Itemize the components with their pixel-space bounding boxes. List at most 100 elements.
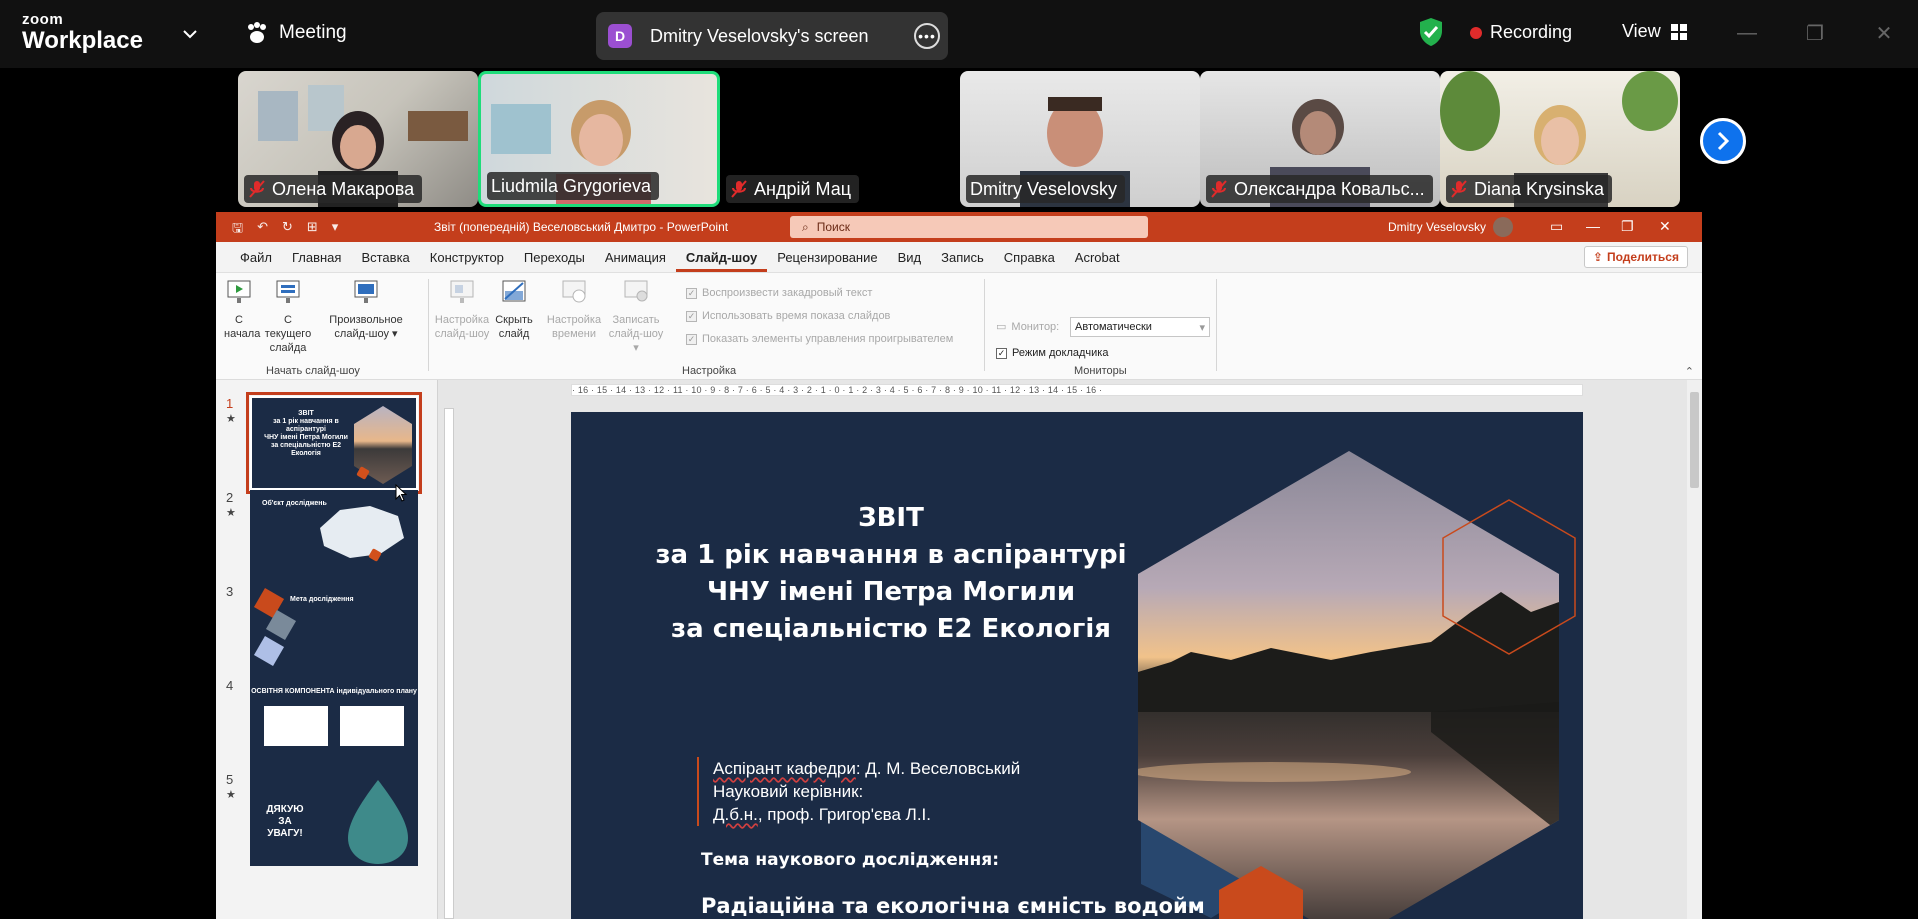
participant-name-text: Олена Макарова bbox=[272, 178, 415, 199]
record-slideshow-button[interactable]: Записать слайд-шоу ▾ bbox=[606, 279, 666, 355]
vertical-scrollbar[interactable] bbox=[1687, 380, 1702, 919]
restore-icon[interactable]: ❐ bbox=[1802, 20, 1828, 46]
tab-animations[interactable]: Анимация bbox=[595, 250, 676, 265]
screen-share-indicator[interactable]: D Dmitry Veselovsky's screen ••• bbox=[596, 12, 948, 60]
setup-slideshow-button[interactable]: Настройка слайд-шоу bbox=[434, 279, 490, 341]
tab-home[interactable]: Главная bbox=[282, 250, 351, 265]
video-tile[interactable]: Олександра Ковальс... bbox=[1200, 71, 1440, 207]
more-options-icon[interactable]: ••• bbox=[914, 23, 940, 49]
share-button[interactable]: ⇪ Поделиться bbox=[1583, 246, 1688, 268]
thumb-hex-accent bbox=[253, 635, 285, 667]
participant-name: Diana Krysinska bbox=[1446, 175, 1613, 203]
slide-canvas[interactable]: ЗВІТ за 1 рік навчання в аспірантурі ЧНУ… bbox=[571, 412, 1583, 919]
slide-thumbnail[interactable]: Мета дослідження bbox=[250, 584, 418, 678]
avatar[interactable] bbox=[1493, 217, 1513, 237]
ribbon-display-icon[interactable]: ▭ bbox=[1550, 218, 1563, 235]
rehearse-timings-icon bbox=[562, 280, 586, 303]
slide-title-line: ЗВІТ bbox=[858, 503, 924, 533]
record-slideshow-label-2: слайд-шоу ▾ bbox=[608, 328, 664, 354]
monitor-select[interactable]: Автоматически ▾ bbox=[1070, 317, 1210, 337]
hide-slide-button[interactable]: Скрыть слайд bbox=[492, 279, 536, 341]
play-narrations-label: Воспроизвести закадровый текст bbox=[702, 287, 873, 299]
share-title: Dmitry Veselovsky's screen bbox=[650, 25, 869, 46]
close-icon[interactable]: ✕ bbox=[1871, 20, 1897, 46]
from-beginning-button[interactable]: С начала bbox=[224, 279, 260, 341]
video-tile-active-speaker[interactable]: Liudmila Grygorieva bbox=[478, 71, 720, 207]
rehearse-timings-label-2: времени bbox=[552, 328, 596, 340]
tab-transitions[interactable]: Переходы bbox=[514, 250, 595, 265]
tab-insert[interactable]: Вставка bbox=[351, 250, 419, 265]
slide-thumbnail[interactable]: Об'єкт досліджень bbox=[250, 490, 418, 584]
slide-title: ЗВІТ за 1 рік навчання в аспірантурі ЧНУ… bbox=[611, 500, 1171, 648]
thumb-title: ЗВІТ за 1 рік навчання в аспірантурі ЧНУ… bbox=[264, 410, 348, 457]
close-icon[interactable]: ✕ bbox=[1659, 218, 1671, 235]
minimize-icon[interactable]: — bbox=[1734, 20, 1760, 46]
present-icon[interactable]: ⊞ bbox=[307, 219, 318, 241]
monitor-label-row: ▭ Монитор: bbox=[996, 320, 1059, 334]
chevron-down-icon: ▾ bbox=[1199, 322, 1205, 334]
chevron-down-icon[interactable] bbox=[182, 26, 198, 42]
video-tile[interactable]: Dmitry Veselovsky bbox=[960, 71, 1200, 207]
slide-thumbnail[interactable]: ОСВІТНЯ КОМПОНЕНТА індивідуального плану bbox=[250, 678, 418, 772]
rehearse-timings-button[interactable]: Настройка времени bbox=[546, 279, 602, 341]
slide-thumbnail-pane: 1 ★ ЗВІТ за 1 рік навчання в аспірантурі… bbox=[216, 380, 438, 919]
scrollbar-thumb[interactable] bbox=[1690, 392, 1699, 488]
security-shield-icon[interactable] bbox=[1418, 17, 1444, 47]
presenter-view-checkbox[interactable]: ✓ Режим докладчика bbox=[996, 347, 1108, 359]
from-current-label-1: С текущего bbox=[264, 314, 312, 340]
tab-record[interactable]: Запись bbox=[931, 250, 994, 265]
zoom-logo: zoom Workplace bbox=[22, 12, 143, 53]
tab-acrobat[interactable]: Acrobat bbox=[1065, 250, 1130, 265]
slide-thumbnail[interactable]: ДЯКУЮ ЗА УВАГУ! bbox=[250, 772, 418, 866]
share-label: Поделиться bbox=[1606, 250, 1679, 264]
slide-thumbnail[interactable]: ЗВІТ за 1 рік навчання в аспірантурі ЧНУ… bbox=[246, 392, 422, 494]
custom-slideshow-button[interactable]: Произвольное слайд-шоу ▾ bbox=[326, 279, 406, 341]
restore-icon[interactable]: ❐ bbox=[1621, 218, 1634, 235]
meeting-label: Meeting bbox=[279, 22, 347, 43]
mic-muted-icon bbox=[249, 180, 265, 198]
video-tile[interactable]: Diana Krysinska bbox=[1440, 71, 1680, 207]
account-name[interactable]: Dmitry Veselovsky bbox=[1388, 220, 1486, 234]
undo-icon[interactable]: ↶ bbox=[257, 219, 268, 241]
group-divider bbox=[1216, 279, 1217, 371]
supervisor-degree: Д.б.н. bbox=[713, 805, 758, 824]
transition-star-icon: ★ bbox=[226, 507, 236, 519]
play-narrations-checkbox[interactable]: ✓ Воспроизвести закадровый текст bbox=[686, 287, 872, 299]
thumb-map-image bbox=[320, 506, 404, 558]
vertical-ruler bbox=[444, 408, 454, 919]
supervisor-rest: , проф. Григор'єва Л.І. bbox=[757, 805, 932, 824]
supervisor-label: Науковий керівник: bbox=[713, 782, 864, 801]
ppt-title-bar: 🖫 ↶ ↻ ⊞ ▾ Звіт (попередній) Веселовський… bbox=[216, 212, 1702, 242]
from-current-button[interactable]: С текущего слайда bbox=[260, 279, 316, 355]
customize-qat-icon[interactable]: ▾ bbox=[332, 219, 339, 241]
from-current-label-2: слайда bbox=[269, 342, 307, 354]
use-timings-checkbox[interactable]: ✓ Использовать время показа слайдов bbox=[686, 310, 890, 322]
tab-slideshow[interactable]: Слайд-шоу bbox=[675, 250, 768, 272]
minimize-icon[interactable]: — bbox=[1586, 218, 1600, 234]
thumb-title: ОСВІТНЯ КОМПОНЕНТА індивідуального плану bbox=[251, 688, 417, 695]
setup-slideshow-label-1: Настройка bbox=[434, 314, 490, 326]
use-timings-label: Использовать время показа слайдов bbox=[702, 310, 891, 322]
share-icon: ⇪ bbox=[1592, 250, 1603, 264]
recording-indicator[interactable]: Recording bbox=[1470, 22, 1572, 43]
participant-name-text: Олександра Ковальс... bbox=[1234, 178, 1425, 199]
video-tile[interactable]: Олена Макарова bbox=[238, 71, 478, 207]
save-icon[interactable]: 🖫 bbox=[232, 219, 243, 241]
tab-design[interactable]: Конструктор bbox=[420, 250, 514, 265]
record-slideshow-label-1: Записать bbox=[612, 314, 660, 326]
tab-view[interactable]: Вид bbox=[888, 250, 932, 265]
meeting-menu[interactable]: Meeting bbox=[245, 22, 347, 44]
tab-file[interactable]: Файл bbox=[230, 250, 282, 265]
participant-video-strip: Олена Макарова Liudmila Grygorieva Андрі… bbox=[0, 71, 1918, 207]
tab-review[interactable]: Рецензирование bbox=[767, 250, 887, 265]
redo-icon[interactable]: ↻ bbox=[282, 219, 293, 241]
video-tile[interactable]: Андрій Мац bbox=[720, 71, 960, 207]
collapse-ribbon-icon[interactable]: ⌃ bbox=[1685, 365, 1694, 378]
next-page-button[interactable] bbox=[1700, 118, 1746, 164]
mic-muted-icon bbox=[1451, 180, 1467, 198]
thumb-table bbox=[340, 706, 404, 746]
view-menu[interactable]: View bbox=[1622, 21, 1687, 42]
search-box[interactable]: ⌕ Поиск bbox=[790, 216, 1148, 238]
tab-help[interactable]: Справка bbox=[994, 250, 1065, 265]
show-media-controls-checkbox[interactable]: ✓ Показать элементы управления проигрыва… bbox=[686, 333, 953, 345]
